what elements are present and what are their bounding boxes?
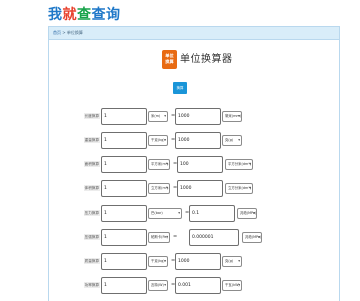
to-unit-select[interactable]: 千瓦(kW) ▾ xyxy=(222,280,242,291)
logo-char-2: 就 xyxy=(62,7,77,23)
chevron-down-icon: ▾ xyxy=(164,259,166,263)
from-unit-label: 巴(bar) xyxy=(151,211,163,215)
chevron-down-icon: ▾ xyxy=(164,114,166,118)
row-label: 压强换算 xyxy=(83,234,100,240)
row-label: 质量换算 xyxy=(83,258,100,264)
row-label: 重量换算 xyxy=(83,137,100,143)
chevron-down-icon: ▾ xyxy=(164,283,166,287)
from-unit-label: 瓦特(W) xyxy=(151,283,164,287)
to-unit-select[interactable]: 兆帕(MPa) ▾ xyxy=(242,232,262,243)
chevron-down-icon: ▾ xyxy=(166,186,168,190)
converter-panel: 首页 > 单位换算 单位 换算 单位换算器 换算 长度换算 1 米(m) ▾ = 1000… xyxy=(48,26,340,301)
equals-sign: = xyxy=(173,234,178,240)
from-unit-select[interactable]: 帕斯卡(Pa) ▾ xyxy=(148,232,170,243)
chevron-down-icon: ▾ xyxy=(238,138,240,142)
row-label: 功率换算 xyxy=(83,282,100,288)
page-title: 单位换算器 xyxy=(180,54,233,65)
converter-app-icon: 单位 换算 xyxy=(162,50,177,69)
to-unit-select[interactable]: 立方分米(dm³) ▾ xyxy=(225,183,253,194)
chevron-down-icon: ▾ xyxy=(238,259,240,263)
chevron-down-icon: ▾ xyxy=(253,211,255,215)
breadcrumb-separator: > xyxy=(62,30,66,35)
conversion-row: 重量换算 1 千克(kg) ▾ = 1000 克(g) ▾ xyxy=(49,132,339,149)
row-label: 体积换算 xyxy=(83,185,100,191)
input-value-field[interactable]: 1 xyxy=(101,277,147,294)
convert-button[interactable]: 换算 xyxy=(173,82,187,94)
conversion-row: 压力换算 1 巴(bar) ▾ = 0.1 兆帕(MPa) ▾ xyxy=(49,205,339,222)
result-value-field[interactable]: 1000 xyxy=(175,132,221,149)
row-label: 压力换算 xyxy=(83,210,100,216)
from-unit-select[interactable]: 立方米(m³) ▾ xyxy=(148,183,170,194)
input-value-field[interactable]: 1 xyxy=(101,205,147,222)
to-unit-label: 克(g) xyxy=(225,259,234,263)
result-value-field[interactable]: 1000 xyxy=(175,108,221,125)
from-unit-select[interactable]: 米(m) ▾ xyxy=(148,111,168,122)
result-value-field[interactable]: 0.001 xyxy=(175,277,221,294)
input-value-field[interactable]: 1 xyxy=(101,108,147,125)
input-value-field[interactable]: 1 xyxy=(101,180,147,197)
from-unit-select[interactable]: 千克(kg) ▾ xyxy=(148,135,168,146)
chevron-down-icon: ▾ xyxy=(238,283,240,287)
site-logo[interactable]: 我就查查询 xyxy=(48,5,121,25)
result-value-field[interactable]: 1000 xyxy=(177,180,223,197)
chevron-down-icon: ▾ xyxy=(249,162,251,166)
conversion-row: 质量换算 1 千克(kg) ▾ = 1000 克(g) ▾ xyxy=(49,253,339,270)
input-value-field[interactable]: 1 xyxy=(101,229,147,246)
to-unit-select[interactable]: 平方分米(dm²) ▾ xyxy=(225,159,253,170)
result-value-field[interactable]: 0.1 xyxy=(189,205,235,222)
from-unit-label: 千克(kg) xyxy=(151,138,165,142)
input-value-field[interactable]: 1 xyxy=(101,253,147,270)
result-value-field[interactable]: 100 xyxy=(177,156,223,173)
from-unit-label: 米(m) xyxy=(151,114,161,118)
to-unit-select[interactable]: 毫米(mm) ▾ xyxy=(222,111,242,122)
breadcrumb: 首页 > 单位换算 xyxy=(49,27,339,40)
result-value-field[interactable]: 0.000001 xyxy=(189,229,239,246)
input-value-field[interactable]: 1 xyxy=(101,132,147,149)
row-label: 长度换算 xyxy=(83,113,100,119)
conversion-row: 面积换算 1 平方米(m²) ▾ = 100 平方分米(dm²) ▾ xyxy=(49,156,339,173)
chevron-down-icon: ▾ xyxy=(249,186,251,190)
conversion-row: 体积换算 1 立方米(m³) ▾ = 1000 立方分米(dm³) ▾ xyxy=(49,180,339,197)
conversion-row: 压强换算 1 帕斯卡(Pa) ▾ = 0.000001 兆帕(MPa) ▾ xyxy=(49,229,339,246)
from-unit-select[interactable]: 千克(kg) ▾ xyxy=(148,256,168,267)
breadcrumb-home-link[interactable]: 首页 xyxy=(53,30,61,35)
logo-char-4: 查询 xyxy=(91,7,121,23)
from-unit-label: 千克(kg) xyxy=(151,259,165,263)
chevron-down-icon: ▾ xyxy=(166,162,168,166)
to-unit-label: 立方分米(dm³) xyxy=(228,186,252,190)
chevron-down-icon: ▾ xyxy=(178,211,180,215)
from-unit-select[interactable]: 巴(bar) ▾ xyxy=(148,208,182,219)
to-unit-label: 克(g) xyxy=(225,138,234,142)
chevron-down-icon: ▾ xyxy=(238,114,240,118)
from-unit-select[interactable]: 平方米(m²) ▾ xyxy=(148,159,170,170)
to-unit-select[interactable]: 克(g) ▾ xyxy=(222,135,242,146)
breadcrumb-current: 单位换算 xyxy=(66,30,83,35)
to-unit-select[interactable]: 克(g) ▾ xyxy=(222,256,242,267)
chevron-down-icon: ▾ xyxy=(166,235,168,239)
input-value-field[interactable]: 1 xyxy=(101,156,147,173)
conversion-row: 功率换算 1 瓦特(W) ▾ = 0.001 千瓦(kW) ▾ xyxy=(49,277,339,294)
from-unit-select[interactable]: 瓦特(W) ▾ xyxy=(148,280,168,291)
app-icon-line-2: 换算 xyxy=(165,59,174,64)
chevron-down-icon: ▾ xyxy=(164,138,166,142)
conversion-row: 长度换算 1 米(m) ▾ = 1000 毫米(mm) ▾ xyxy=(49,108,339,125)
result-value-field[interactable]: 1000 xyxy=(175,253,221,270)
to-unit-label: 平方分米(dm²) xyxy=(228,162,252,166)
to-unit-select[interactable]: 兆帕(MPa) ▾ xyxy=(237,208,257,219)
row-label: 面积换算 xyxy=(83,161,100,167)
logo-char-3: 查 xyxy=(77,7,92,23)
chevron-down-icon: ▾ xyxy=(258,235,260,239)
logo-char-1: 我 xyxy=(48,7,63,23)
